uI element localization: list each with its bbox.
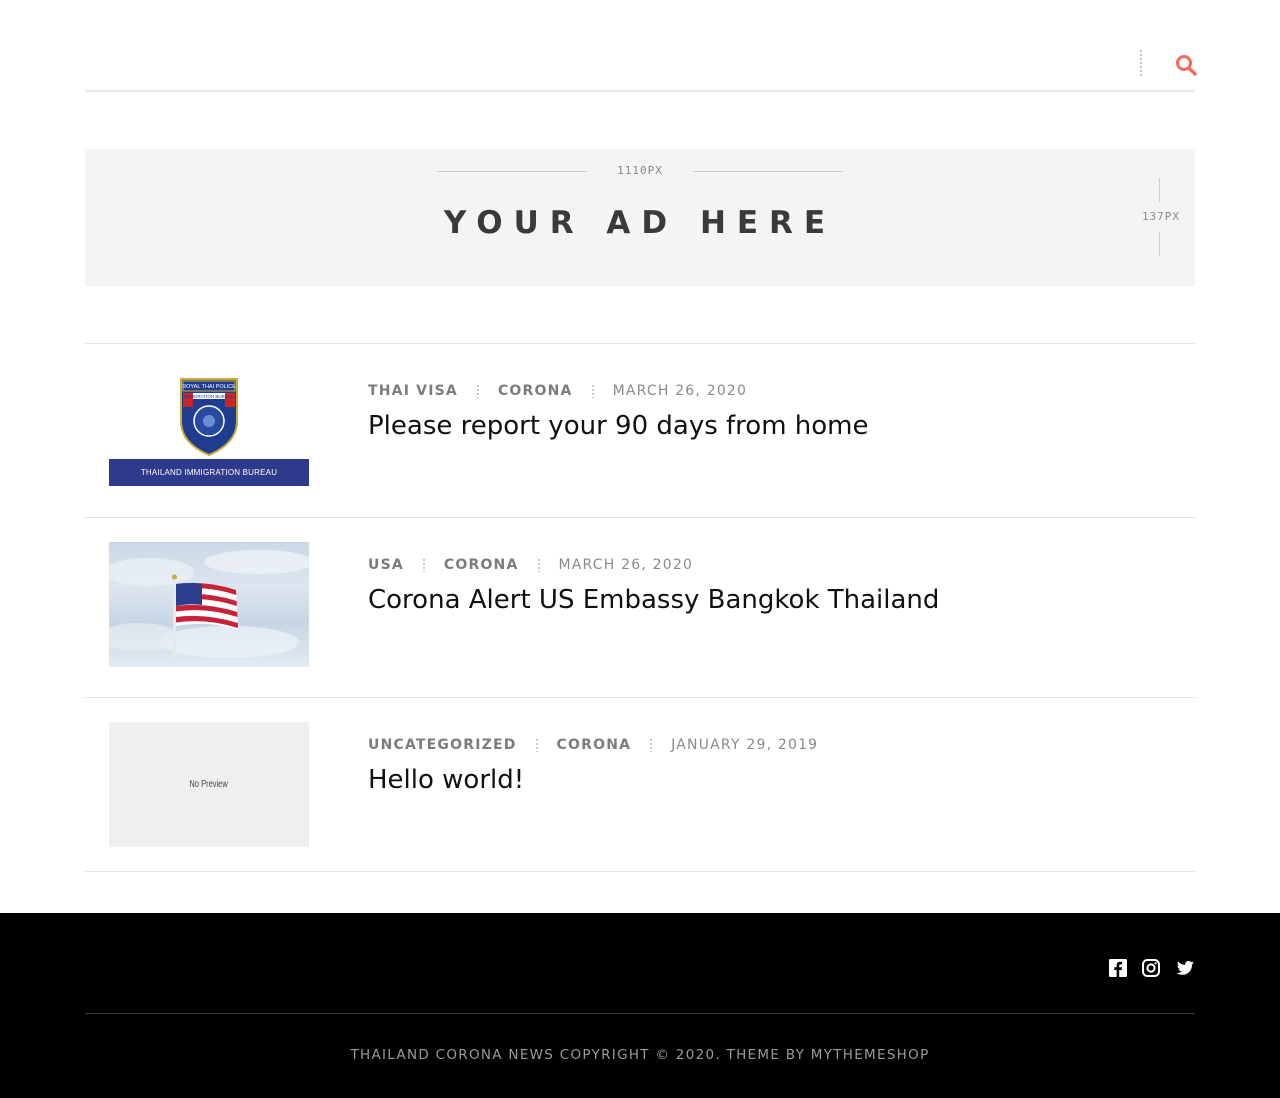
- meta-separator: [591, 384, 594, 398]
- post-category[interactable]: THAI VISA: [368, 383, 458, 399]
- ad-height-label: 137PX: [1141, 210, 1181, 223]
- ad-height-line-top: [1159, 178, 1160, 202]
- meta-separator: [476, 384, 479, 398]
- meta-separator: [650, 738, 653, 752]
- ad-width-line-right: [693, 171, 843, 172]
- ad-banner[interactable]: 1110PX YOUR AD HERE 137PX: [85, 149, 1195, 286]
- badge-mid-text: IMMIGRATION BUREAU: [184, 394, 234, 399]
- post-title[interactable]: Corona Alert US Embassy Bangkok Thailand: [368, 585, 939, 615]
- post-thumbnail[interactable]: No Preview: [109, 722, 309, 847]
- thumbnail-band-text: THAILAND IMMIGRATION BUREAU: [109, 459, 309, 486]
- post-meta: UNCATEGORIZED CORONA JANUARY 29, 2019: [368, 735, 818, 755]
- theme-author-link[interactable]: MYTHEMESHOP: [811, 1047, 930, 1063]
- post-item: ROYAL THAI POLICE IMMIGRATION BUREAU THA…: [85, 343, 1195, 518]
- immigration-badge-icon: ROYAL THAI POLICE IMMIGRATION BUREAU: [180, 378, 238, 457]
- meta-separator: [535, 738, 538, 752]
- post-category[interactable]: CORONA: [498, 383, 573, 399]
- post-category[interactable]: CORONA: [444, 557, 519, 573]
- copyright: THAILAND CORONA NEWS COPYRIGHT © 2020. T…: [85, 1047, 1195, 1063]
- search-icon[interactable]: [1174, 53, 1198, 77]
- post-category[interactable]: CORONA: [557, 737, 632, 753]
- post-date: JANUARY 29, 2019: [671, 737, 819, 753]
- us-flag-icon: [109, 550, 309, 667]
- post-category[interactable]: USA: [368, 557, 404, 573]
- post-date: MARCH 26, 2020: [558, 557, 694, 573]
- post-title[interactable]: Hello world!: [368, 765, 524, 795]
- post-thumbnail[interactable]: [109, 542, 309, 667]
- footer-divider: [85, 1013, 1195, 1014]
- copyright-site-link[interactable]: THAILAND CORONA NEWS: [350, 1047, 554, 1063]
- facebook-icon[interactable]: [1108, 958, 1128, 978]
- post-item: No Preview UNCATEGORIZED CORONA JANUARY …: [85, 697, 1195, 872]
- post-item: USA CORONA MARCH 26, 2020 Corona Alert U…: [85, 517, 1195, 698]
- ad-title: YOUR AD HERE: [443, 205, 837, 241]
- post-date: MARCH 26, 2020: [612, 383, 748, 399]
- site-header: [85, 0, 1198, 92]
- meta-separator: [537, 558, 540, 572]
- instagram-icon[interactable]: [1141, 958, 1161, 978]
- copyright-text: COPYRIGHT © 2020. THEME BY: [554, 1047, 811, 1063]
- ad-width-line-left: [437, 171, 587, 172]
- meta-separator: [422, 558, 425, 572]
- ad-width-label: 1110PX: [617, 164, 663, 177]
- post-title[interactable]: Please report your 90 days from home: [368, 411, 869, 441]
- badge-top-text: ROYAL THAI POLICE: [182, 384, 236, 390]
- post-thumbnail[interactable]: ROYAL THAI POLICE IMMIGRATION BUREAU THA…: [109, 369, 309, 494]
- post-meta: USA CORONA MARCH 26, 2020: [368, 555, 693, 575]
- header-divider: [1140, 49, 1142, 77]
- twitter-icon[interactable]: [1175, 958, 1195, 978]
- site-footer: THAILAND CORONA NEWS COPYRIGHT © 2020. T…: [0, 913, 1280, 1098]
- post-category[interactable]: UNCATEGORIZED: [368, 737, 517, 753]
- post-meta: THAI VISA CORONA MARCH 26, 2020: [368, 381, 747, 401]
- no-preview-text: No Preview: [189, 779, 229, 790]
- ad-height-line-bottom: [1159, 232, 1160, 256]
